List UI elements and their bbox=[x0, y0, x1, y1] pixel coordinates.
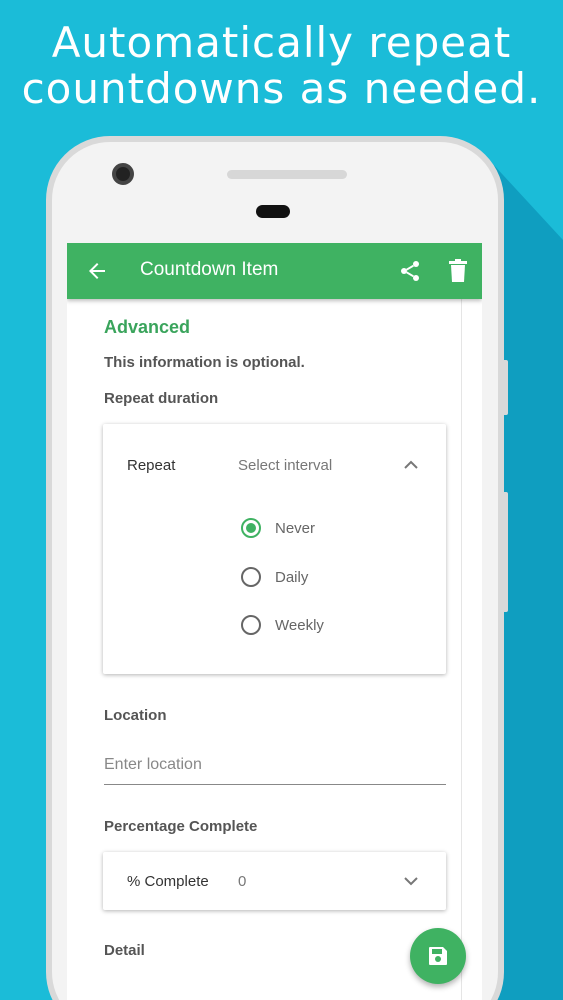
app-bar-title: Countdown Item bbox=[140, 259, 279, 280]
section-title-advanced: Advanced bbox=[104, 317, 191, 337]
app-bar: Countdown Item bbox=[67, 243, 482, 299]
percentage-field-label: % Complete bbox=[127, 873, 209, 890]
radio-button[interactable] bbox=[241, 615, 261, 635]
phone-screen: Countdown Item Advanced This information… bbox=[67, 243, 482, 1000]
chevron-down-icon[interactable] bbox=[404, 876, 418, 886]
repeat-interval-card: Repeat Select interval Never Daily Weekl… bbox=[103, 424, 446, 674]
repeat-duration-label: Repeat duration bbox=[104, 390, 219, 407]
repeat-interval-header[interactable]: Repeat Select interval bbox=[103, 424, 446, 504]
phone-power-button bbox=[502, 360, 508, 415]
location-label: Location bbox=[104, 707, 167, 724]
detail-label: Detail bbox=[104, 942, 145, 959]
radio-button[interactable] bbox=[241, 567, 261, 587]
arrow-left-icon[interactable] bbox=[85, 259, 109, 283]
percentage-complete-label: Percentage Complete bbox=[104, 818, 258, 835]
repeat-option-label: Never bbox=[275, 520, 316, 537]
optional-note: This information is optional. bbox=[104, 354, 305, 371]
radio-button-selected[interactable] bbox=[241, 518, 261, 538]
repeat-option-label: Weekly bbox=[275, 617, 324, 634]
save-button[interactable] bbox=[410, 928, 466, 984]
front-camera bbox=[112, 163, 134, 185]
proximity-sensor bbox=[256, 205, 290, 218]
save-icon bbox=[429, 947, 447, 965]
repeat-option-weekly[interactable]: Weekly bbox=[241, 613, 401, 637]
repeat-interval-value: Select interval bbox=[238, 457, 333, 474]
form-content: Advanced This information is optional. R… bbox=[67, 299, 462, 1000]
promo-headline: Automatically repeat countdowns as neede… bbox=[0, 20, 563, 112]
chevron-up-icon[interactable] bbox=[404, 460, 418, 470]
share-icon[interactable] bbox=[398, 259, 422, 283]
phone-volume-button bbox=[502, 492, 508, 612]
earpiece-speaker bbox=[227, 170, 347, 179]
promo-headline-line2: countdowns as needed. bbox=[21, 64, 542, 113]
repeat-option-never[interactable]: Never bbox=[241, 516, 401, 540]
percentage-complete-select[interactable]: % Complete 0 bbox=[103, 852, 446, 910]
trash-icon[interactable] bbox=[447, 259, 469, 283]
location-input[interactable] bbox=[104, 745, 446, 785]
promo-headline-line1: Automatically repeat bbox=[51, 18, 512, 67]
repeat-option-daily[interactable]: Daily bbox=[241, 565, 401, 589]
repeat-option-label: Daily bbox=[275, 569, 309, 586]
repeat-field-label: Repeat bbox=[127, 457, 176, 474]
percentage-value: 0 bbox=[238, 873, 247, 890]
